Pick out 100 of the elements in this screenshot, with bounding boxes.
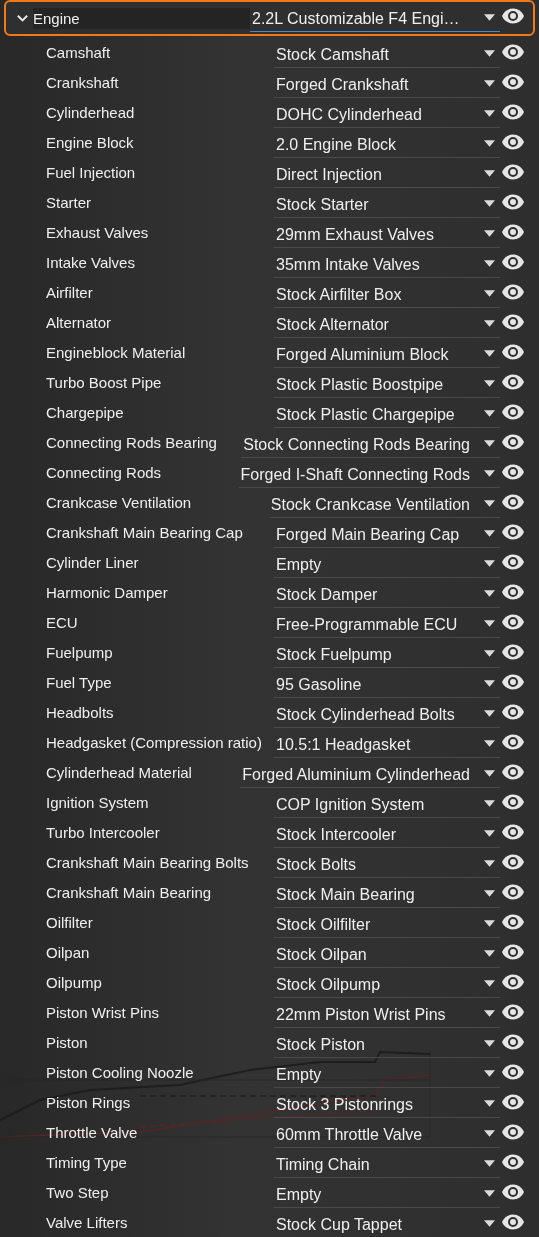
caret-icon xyxy=(484,350,495,357)
part-dropdown[interactable]: 29mm Exhaust Valves xyxy=(274,220,500,248)
part-dropdown[interactable]: Empty xyxy=(274,550,500,578)
part-dropdown[interactable]: Stock Alternator xyxy=(274,310,500,338)
part-label: Timing Type xyxy=(46,1153,127,1171)
part-dropdown[interactable]: Free-Programmable ECU xyxy=(274,610,500,638)
caret-icon xyxy=(484,470,495,477)
part-label: Alternator xyxy=(46,313,112,331)
caret-icon xyxy=(484,320,495,327)
caret-icon xyxy=(484,740,495,747)
part-label: Crankshaft xyxy=(46,73,119,91)
part-dropdown[interactable]: Stock Piston xyxy=(274,1030,500,1058)
part-dropdown[interactable]: Stock Main Bearing xyxy=(274,880,500,908)
part-label: Ignition System xyxy=(46,793,149,811)
part-dropdown[interactable]: Stock Fuelpump xyxy=(274,640,500,668)
part-dropdown[interactable]: Stock Bolts xyxy=(274,850,500,878)
part-label: ECU xyxy=(46,613,78,631)
part-dropdown[interactable]: Stock Cup Tappet xyxy=(274,1210,500,1237)
caret-icon xyxy=(484,830,495,837)
part-label: Piston Wrist Pins xyxy=(46,1003,160,1021)
part-dropdown[interactable]: Forged Crankshaft xyxy=(274,70,500,98)
part-dropdown[interactable]: Empty xyxy=(274,1180,500,1208)
part-dropdown[interactable]: 2.0 Engine Block xyxy=(274,130,500,158)
part-label: Turbo Intercooler xyxy=(46,823,160,841)
part-dropdown[interactable]: Stock Intercooler xyxy=(274,820,500,848)
caret-icon xyxy=(484,140,495,147)
part-dropdown[interactable]: Stock Plastic Boostpipe xyxy=(274,370,500,398)
section-label: Engine xyxy=(33,7,250,29)
part-dropdown[interactable]: Stock Oilpump xyxy=(274,970,500,998)
part-label: Oilfilter xyxy=(46,913,93,931)
part-label: Harmonic Damper xyxy=(46,583,168,601)
part-label: Crankcase Ventilation xyxy=(46,493,192,511)
part-dropdown[interactable]: Stock Damper xyxy=(274,580,500,608)
part-label: Camshaft xyxy=(46,43,111,61)
part-dropdown[interactable]: Empty xyxy=(274,1060,500,1088)
part-label: Starter xyxy=(46,193,91,211)
caret-icon xyxy=(484,1100,495,1107)
part-dropdown[interactable]: 60mm Throttle Valve xyxy=(274,1120,500,1148)
part-dropdown[interactable]: Stock Connecting Rods Bearing xyxy=(241,430,500,458)
part-label: Cylinderhead xyxy=(46,103,135,121)
part-dropdown[interactable]: Stock Crankcase Ventilation xyxy=(268,490,500,518)
part-label: Cylinderhead Material xyxy=(46,763,192,781)
part-label: Throttle Valve xyxy=(46,1123,138,1141)
part-label: Valve Lifters xyxy=(46,1213,128,1231)
part-label: Piston Cooling Noozle xyxy=(46,1063,194,1081)
caret-icon xyxy=(484,770,495,777)
caret-icon xyxy=(484,800,495,807)
part-dropdown[interactable]: Forged I-Shaft Connecting Rods xyxy=(238,460,500,488)
part-dropdown[interactable]: Stock Oilpan xyxy=(274,940,500,968)
part-dropdown[interactable]: 95 Gasoline xyxy=(274,670,500,698)
caret-icon xyxy=(484,500,495,507)
part-label: Crankshaft Main Bearing Cap xyxy=(46,523,243,541)
caret-icon xyxy=(484,530,495,537)
part-label: Turbo Boost Pipe xyxy=(46,373,162,391)
part-label: Oilpan xyxy=(46,943,90,961)
part-dropdown[interactable]: 2.2L Customizable F4 Engi… xyxy=(250,4,500,32)
caret-icon xyxy=(484,410,495,417)
part-dropdown[interactable]: Stock Camshaft xyxy=(274,40,500,68)
caret-icon xyxy=(484,170,495,177)
part-dropdown[interactable]: Direct Injection xyxy=(274,160,500,188)
caret-icon xyxy=(484,860,495,867)
caret-icon xyxy=(484,1010,495,1017)
caret-icon xyxy=(484,1190,495,1197)
part-dropdown[interactable]: Stock Airfilter Box xyxy=(274,280,500,308)
part-label: Engineblock Material xyxy=(46,343,186,361)
part-dropdown[interactable]: 22mm Piston Wrist Pins xyxy=(274,1000,500,1028)
caret-icon xyxy=(484,290,495,297)
caret-icon xyxy=(484,440,495,447)
part-dropdown[interactable]: Timing Chain xyxy=(274,1150,500,1178)
part-dropdown[interactable]: Stock Plastic Chargepipe xyxy=(274,400,500,428)
part-dropdown[interactable]: 10.5:1 Headgasket xyxy=(274,730,500,758)
part-dropdown[interactable]: Stock 3 Pistonrings xyxy=(274,1090,500,1118)
part-dropdown[interactable]: 35mm Intake Valves xyxy=(274,250,500,278)
part-dropdown[interactable]: Stock Starter xyxy=(274,190,500,218)
part-label: Fuelpump xyxy=(46,643,113,661)
caret-icon xyxy=(484,230,495,237)
caret-icon xyxy=(484,680,495,687)
part-dropdown[interactable]: DOHC Cylinderhead xyxy=(274,100,500,128)
caret-icon xyxy=(484,890,495,897)
caret-icon xyxy=(484,590,495,597)
part-dropdown[interactable]: COP Ignition System xyxy=(274,790,500,818)
part-dropdown[interactable]: Stock Oilfilter xyxy=(274,910,500,938)
part-label: Chargepipe xyxy=(46,403,124,421)
caret-icon xyxy=(484,950,495,957)
caret-icon xyxy=(484,200,495,207)
caret-icon xyxy=(484,380,495,387)
part-dropdown[interactable]: Forged Aluminium Cylinderhead xyxy=(240,760,500,788)
part-label: Piston xyxy=(46,1033,88,1051)
part-label: Cylinder Liner xyxy=(46,553,139,571)
caret-icon xyxy=(484,920,495,927)
part-dropdown[interactable]: Stock Cylinderhead Bolts xyxy=(274,700,500,728)
part-dropdown[interactable]: Forged Aluminium Block xyxy=(274,340,500,368)
caret-icon xyxy=(484,1160,495,1167)
part-dropdown[interactable]: Forged Main Bearing Cap xyxy=(274,520,500,548)
part-label: Engine Block xyxy=(46,133,134,151)
part-label: Fuel Injection xyxy=(46,163,136,181)
part-label: Two Step xyxy=(46,1183,109,1201)
part-label: Connecting Rods Bearing xyxy=(46,433,217,451)
caret-icon xyxy=(484,1220,495,1227)
part-label: Fuel Type xyxy=(46,673,112,691)
